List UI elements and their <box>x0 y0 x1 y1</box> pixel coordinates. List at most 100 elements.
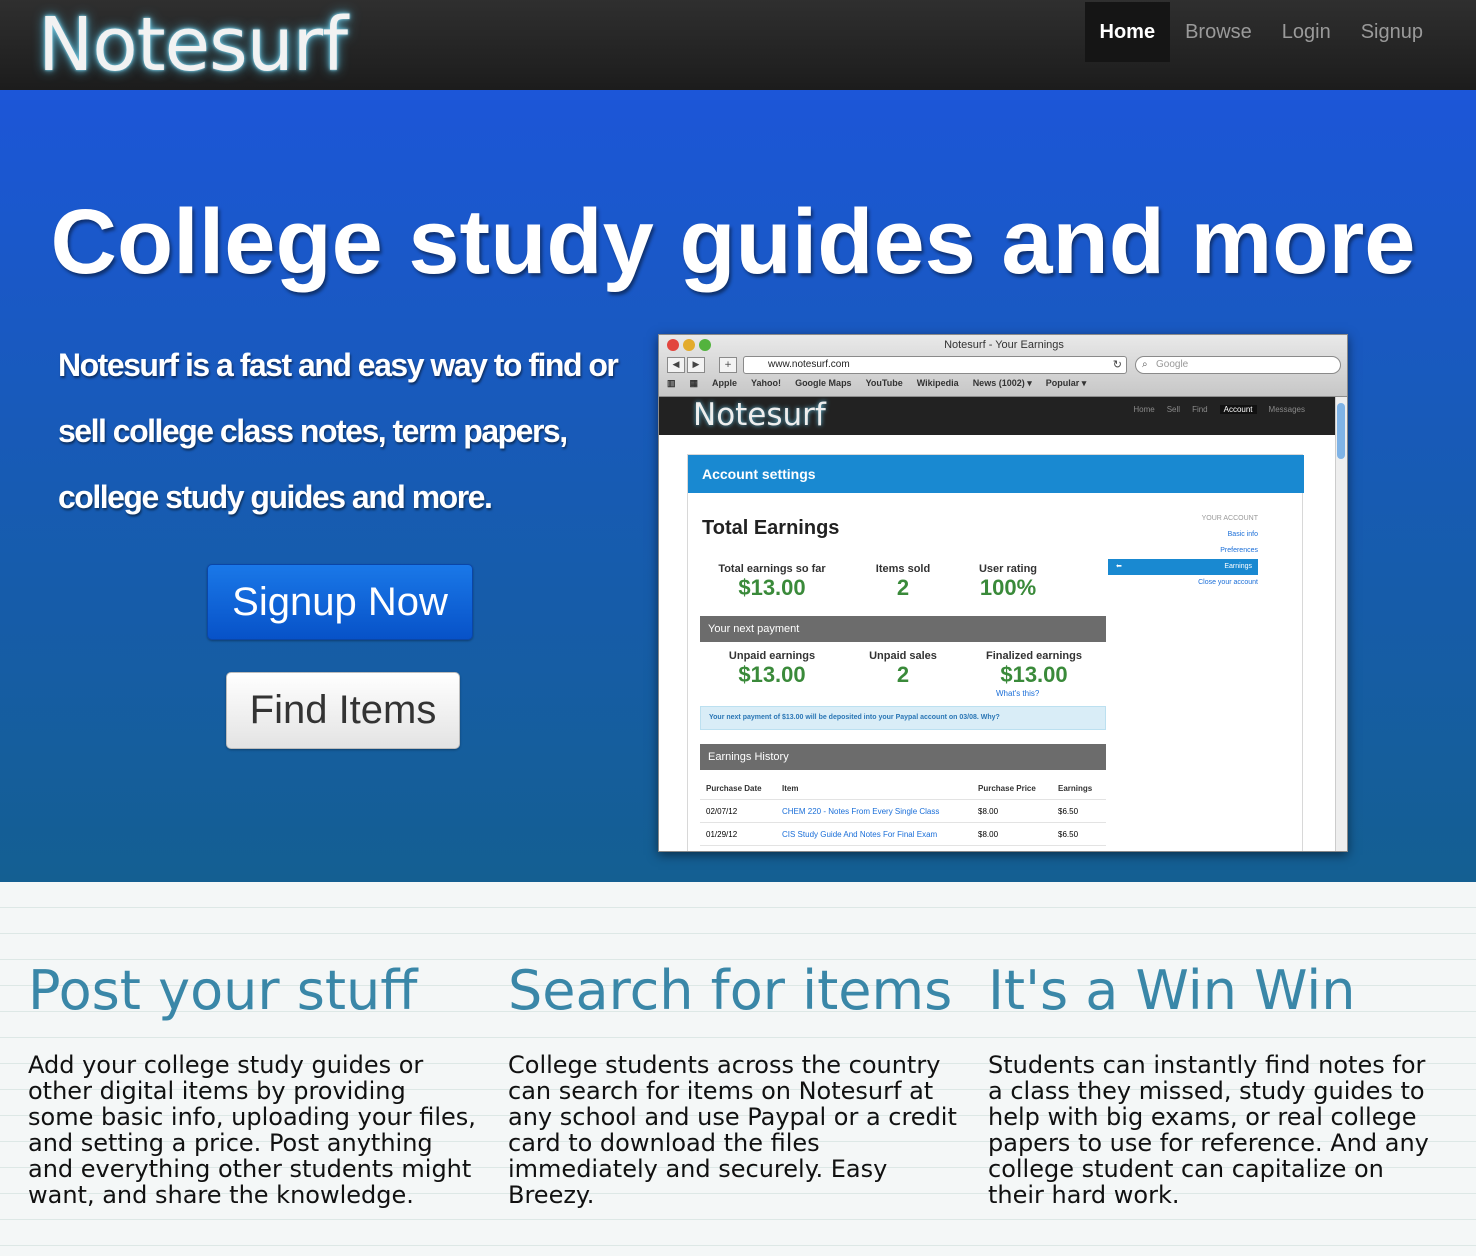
total-earnings-title: Total Earnings <box>702 517 840 539</box>
bookmark-item: Wikipedia <box>916 378 959 388</box>
bookmark-item: Popular ▾ <box>1045 378 1087 388</box>
stat-value: 100% <box>979 575 1037 600</box>
table-cell: 02/07/12 <box>706 807 738 816</box>
bookmarks-grid-icon: ▦ <box>689 378 699 388</box>
reload-icon: ↻ <box>1112 359 1122 371</box>
stat-value: $13.00 <box>1000 662 1068 687</box>
bookmark-item: News (1002) ▾ <box>972 378 1032 388</box>
hero-section: College study guides and more Notesurf i… <box>0 90 1476 882</box>
nav-login-link[interactable]: Login <box>1267 2 1346 62</box>
browser-window-title: Notesurf - Your Earnings <box>944 339 1064 351</box>
table-header-row: Purchase Date Item Purchase Price Earnin… <box>700 777 1106 800</box>
top-navbar: Notesurf Home Browse Login Signup <box>0 0 1476 90</box>
earnings-screenshot: Notesurf - Your Earnings ◀ ▶ + www.notes… <box>658 334 1348 852</box>
side-menu-item-label: Earnings <box>1224 563 1252 570</box>
bookmark-item: YouTube <box>865 378 903 388</box>
side-menu-item: Close your account <box>1198 579 1258 586</box>
browser-titlebar: Notesurf - Your Earnings ◀ ▶ + www.notes… <box>659 335 1347 397</box>
next-payment-bar: Your next payment <box>700 616 1106 642</box>
stat-items-sold: Items sold 2 <box>856 563 950 601</box>
stat-user-rating: User rating 100% <box>960 563 1056 601</box>
table-cell: $6.50 <box>1058 830 1079 839</box>
feature-body: Students can instantly find notes for a … <box>988 1051 1429 1209</box>
table-cell: $8.00 <box>978 830 999 839</box>
screenshot-scroll-thumb <box>1337 403 1345 459</box>
side-menu-item: Preferences <box>1220 547 1258 554</box>
arrow-left-icon: ⬅ <box>1116 563 1122 570</box>
hero-tagline: Notesurf is a fast and easy way to find … <box>58 347 619 515</box>
bookmarks-book-icon: ▥ <box>667 378 676 388</box>
stat-label: User rating <box>978 563 1038 575</box>
table-cell: 01/29/12 <box>706 830 738 839</box>
feature-title: Search for items <box>508 959 953 1022</box>
hero-title: College study guides and more <box>50 191 1416 293</box>
screenshot-scrollbar <box>1335 397 1347 851</box>
stat-value: 2 <box>896 575 910 600</box>
add-bookmark-icon: + <box>719 357 737 373</box>
payment-notice: Your next payment of $13.00 will be depo… <box>700 706 1106 730</box>
browser-url-text: www.notesurf.com <box>768 359 850 370</box>
table-row: 02/07/12 CHEM 220 - Notes From Every Sin… <box>700 800 1106 823</box>
table-cell: $8.00 <box>978 807 999 816</box>
nav-browse-link[interactable]: Browse <box>1170 2 1267 62</box>
inner-nav-item: Find <box>1192 405 1208 414</box>
side-menu-item-active: ⬅ Earnings <box>1108 559 1258 575</box>
browser-search-placeholder: Google <box>1156 359 1189 370</box>
earnings-history-table: Purchase Date Item Purchase Price Earnin… <box>700 777 1106 846</box>
find-items-button[interactable]: Find Items <box>226 672 460 749</box>
forward-arrow-icon: ▶ <box>687 357 705 373</box>
feature-body: College students across the country can … <box>508 1051 957 1209</box>
bookmark-item: Yahoo! <box>751 378 782 388</box>
whats-this-link: What's this? <box>996 689 1040 698</box>
main-nav: Home Browse Login Signup <box>1084 2 1439 62</box>
stat-label: Total earnings so far <box>718 563 826 575</box>
feature-title: It's a Win Win <box>988 959 1356 1022</box>
browser-search-bar: ⌕ Google <box>1135 356 1341 374</box>
feature-title: Post your stuff <box>28 959 418 1022</box>
search-icon: ⌕ <box>1142 359 1148 370</box>
feature-post-your-stuff: Post your stuff Add your college study g… <box>28 956 478 1208</box>
stat-label: Unpaid earnings <box>728 650 816 662</box>
back-arrow-icon: ◀ <box>667 357 685 373</box>
side-menu-item: Basic info <box>1227 531 1258 538</box>
bookmark-item: Apple <box>712 378 738 388</box>
stat-unpaid-sales: Unpaid sales 2 <box>856 650 950 688</box>
inner-nav-links: Home Sell Find Account Messages <box>1133 405 1305 414</box>
column-header: Earnings <box>1058 784 1093 793</box>
inner-nav-item: Messages <box>1268 405 1305 414</box>
stat-value: 2 <box>896 662 910 687</box>
signup-now-button[interactable]: Signup Now <box>207 564 473 640</box>
inner-nav-item: Sell <box>1166 405 1181 414</box>
account-settings-panel: Account settings Total Earnings YOUR ACC… <box>687 454 1304 851</box>
inner-site-navbar: Notesurf Home Sell Find Account Messages <box>659 397 1335 435</box>
feature-win-win: It's a Win Win Students can instantly fi… <box>988 956 1438 1208</box>
feature-search-for-items: Search for items College students across… <box>508 956 958 1208</box>
stat-value: $13.00 <box>738 575 806 600</box>
inner-logo: Notesurf <box>693 397 826 433</box>
side-menu-header: YOUR ACCOUNT <box>1201 515 1258 522</box>
table-cell: $6.50 <box>1058 807 1079 816</box>
inner-nav-item: Account <box>1219 405 1257 414</box>
stat-label: Unpaid sales <box>869 650 937 662</box>
stat-total-earnings: Total earnings so far $13.00 <box>700 563 844 601</box>
account-side-menu: YOUR ACCOUNT Basic info Preferences ⬅ Ear… <box>1108 511 1258 591</box>
nav-signup-link[interactable]: Signup <box>1346 2 1438 62</box>
column-header: Purchase Price <box>978 784 1036 793</box>
bookmarks-bar: ▥ ▦ Apple Yahoo! Google Maps YouTube Wik… <box>667 378 1086 389</box>
stat-finalized-earnings: Finalized earnings $13.00 <box>972 650 1096 688</box>
inner-nav-item: Home <box>1133 405 1155 414</box>
column-header: Item <box>782 784 799 793</box>
table-cell-item-link: CHEM 220 - Notes From Every Single Class <box>782 807 940 816</box>
nav-home-link[interactable]: Home <box>1084 2 1171 62</box>
feature-body: Add your college study guides or other d… <box>28 1051 476 1209</box>
features-section: Post your stuff Add your college study g… <box>0 882 1476 1256</box>
stat-value: $13.00 <box>738 662 806 687</box>
notesurf-logo[interactable]: Notesurf <box>38 2 348 88</box>
stat-label: Items sold <box>875 563 931 575</box>
bookmark-item: Google Maps <box>795 378 852 388</box>
stat-unpaid-earnings: Unpaid earnings $13.00 <box>712 650 832 688</box>
column-header: Purchase Date <box>706 784 762 793</box>
stat-label: Finalized earnings <box>986 650 1082 662</box>
earnings-history-bar: Earnings History <box>700 744 1106 770</box>
browser-url-bar: www.notesurf.com ↻ <box>743 356 1127 374</box>
